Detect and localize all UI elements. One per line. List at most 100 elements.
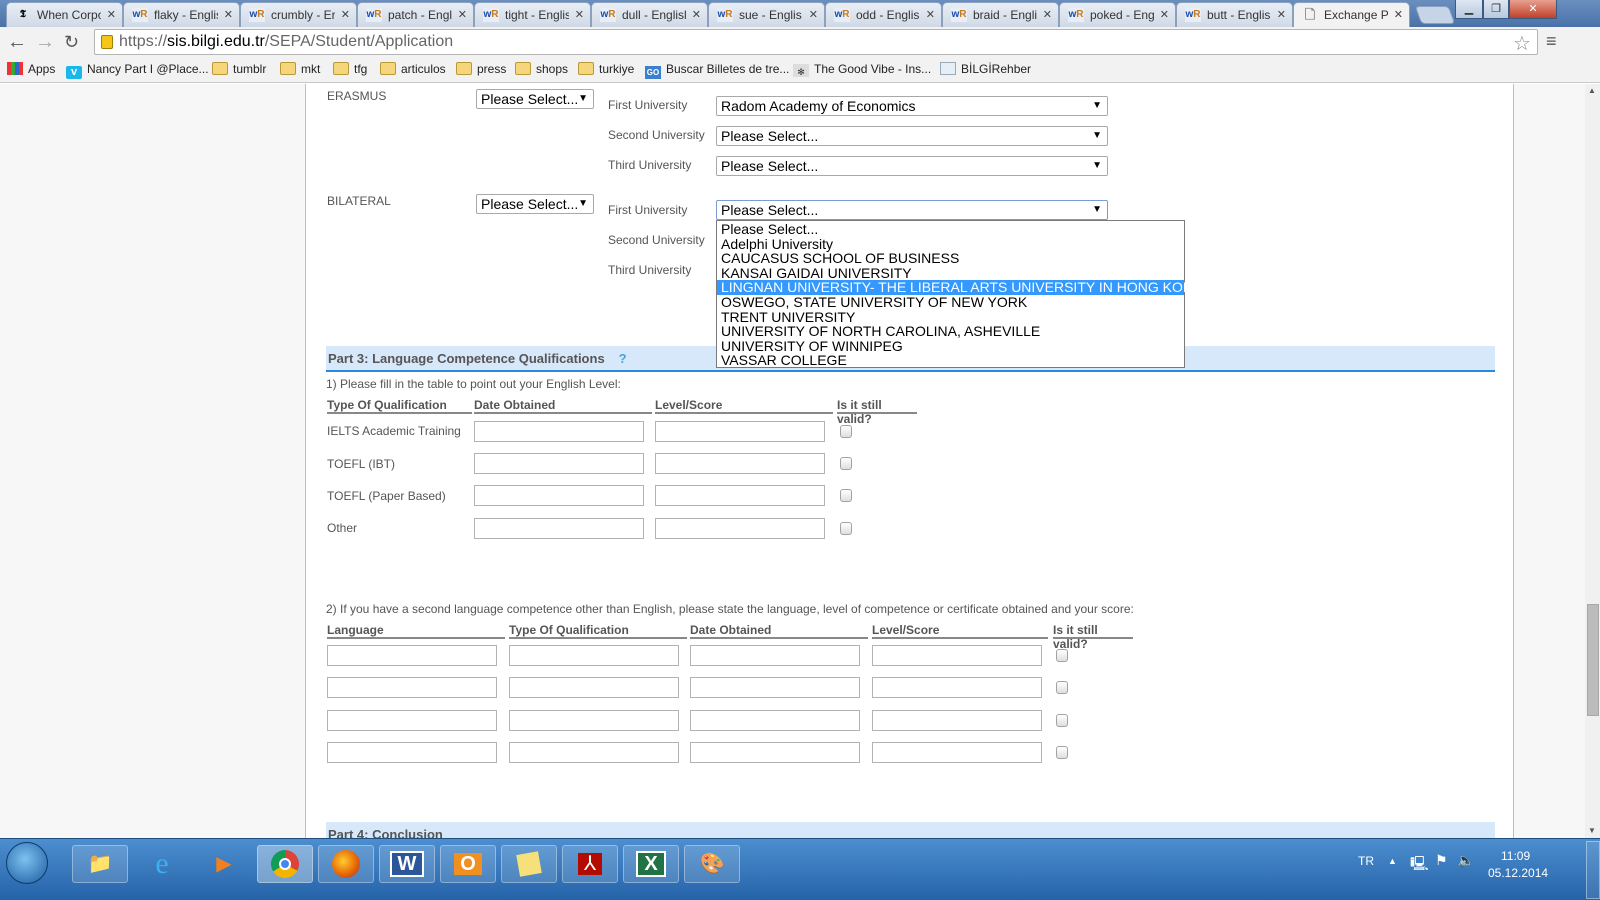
second-language-date-input[interactable] [690, 645, 860, 666]
clock-time[interactable]: 11:09 [1501, 849, 1530, 863]
minimize-button[interactable]: ▁ [1455, 0, 1483, 19]
close-tab-icon[interactable]: ✕ [458, 8, 467, 21]
second-language-score-input[interactable] [872, 742, 1042, 764]
dropdown-option[interactable]: Adelphi University [717, 236, 1184, 252]
media-player-icon[interactable]: ▶ [196, 845, 252, 883]
word-icon[interactable]: W [379, 845, 435, 883]
second-language-score-input[interactable] [872, 677, 1042, 699]
bookmark-folder[interactable]: articulos [380, 61, 446, 77]
show-desktop-button[interactable] [1586, 841, 1600, 899]
erasmus-program-select[interactable]: Please Select... ▼ [476, 89, 594, 109]
other-score-input[interactable] [655, 518, 825, 539]
close-tab-icon[interactable]: ✕ [575, 8, 584, 21]
second-language-type-input[interactable] [509, 677, 679, 699]
close-tab-icon[interactable]: ✕ [1043, 8, 1052, 21]
tab[interactable]: wR flaky - Englis ✕ [123, 2, 240, 27]
second-language-language-input[interactable] [327, 709, 497, 731]
tab[interactable]: wR braid - Engli ✕ [942, 2, 1059, 27]
tab-active[interactable]: 🗋 Exchange Pr ✕ [1293, 2, 1410, 27]
toefl-ibt-valid-checkbox[interactable] [840, 457, 852, 470]
bookmark-folder[interactable]: mkt [280, 61, 320, 77]
other-date-input[interactable] [474, 518, 644, 539]
forward-button[interactable]: → [35, 31, 55, 53]
close-tab-icon[interactable]: ✕ [1160, 8, 1169, 21]
dropdown-option[interactable]: UNIVERSITY OF NORTH CAROLINA, ASHEVILLE [717, 324, 1184, 339]
back-button[interactable]: ← [7, 31, 27, 53]
tab[interactable]: wR patch - Engl ✕ [357, 2, 474, 27]
action-center-flag-icon[interactable]: ⚑ [1435, 852, 1448, 869]
close-tab-icon[interactable]: ✕ [341, 8, 350, 21]
bookmark-star-icon[interactable]: ☆ [1513, 31, 1531, 56]
help-icon[interactable]: ? [619, 351, 627, 366]
ielts-date-input[interactable] [474, 421, 644, 442]
tab[interactable]: wR odd - Englis ✕ [825, 2, 942, 27]
close-tab-icon[interactable]: ✕ [224, 8, 233, 21]
second-language-date-input[interactable] [690, 709, 860, 731]
toefl-paper-date-input[interactable] [474, 485, 644, 506]
maximize-button[interactable]: ❐ [1483, 0, 1509, 19]
ielts-valid-checkbox[interactable] [840, 425, 852, 438]
bilateral-first-university-select[interactable]: Please Select... ▼ [716, 200, 1108, 220]
tab[interactable]: wR dull - Englisl ✕ [591, 2, 708, 27]
tab[interactable]: wR sue - Englis ✕ [708, 2, 825, 27]
bilateral-program-select[interactable]: Please Select... ▼ [476, 194, 594, 214]
reload-button[interactable]: ↻ [64, 31, 79, 53]
second-language-language-input[interactable] [327, 645, 497, 666]
erasmus-third-university-select[interactable]: Please Select... ▼ [716, 156, 1108, 176]
paint-icon[interactable]: 🎨 [684, 845, 740, 883]
university-dropdown-list[interactable]: Please Select... Adelphi University CAUC… [716, 220, 1204, 368]
toefl-ibt-score-input[interactable] [655, 453, 825, 474]
second-language-valid-checkbox[interactable] [1056, 713, 1068, 727]
close-tab-icon[interactable]: ✕ [692, 8, 701, 21]
toefl-paper-valid-checkbox[interactable] [840, 489, 852, 502]
ielts-score-input[interactable] [655, 421, 825, 442]
dropdown-option-highlighted[interactable]: LINGNAN UNIVERSITY- THE LIBERAL ARTS UNI… [717, 280, 1204, 295]
close-tab-icon[interactable]: ✕ [107, 8, 116, 21]
second-language-valid-checkbox[interactable] [1056, 681, 1068, 695]
network-icon[interactable]: 🖳 [1410, 853, 1429, 877]
tab[interactable]: wR butt - Englis ✕ [1176, 2, 1293, 27]
second-language-type-input[interactable] [509, 742, 679, 764]
second-language-type-input[interactable] [509, 709, 679, 731]
bookmark-folder[interactable]: tfg [333, 61, 367, 77]
tab[interactable]: 𝕿 When Corpo ✕ [6, 2, 123, 27]
outlook-icon[interactable]: O [440, 845, 496, 883]
show-hidden-icons[interactable]: ▲ [1388, 856, 1397, 866]
dropdown-option[interactable]: Please Select... [717, 222, 1184, 237]
page-scrollbar[interactable]: ▲ ▼ [1585, 84, 1600, 838]
second-language-type-input[interactable] [509, 645, 679, 666]
dropdown-option[interactable]: KANSAI GAIDAI UNIVERSITY [717, 266, 1184, 281]
second-language-valid-checkbox[interactable] [1056, 649, 1068, 662]
toefl-paper-score-input[interactable] [655, 485, 825, 506]
volume-icon[interactable]: 🔈 [1457, 852, 1474, 869]
dropdown-option[interactable]: OSWEGO, STATE UNIVERSITY OF NEW YORK [717, 295, 1184, 310]
bookmark-folder[interactable]: shops [515, 61, 568, 77]
bookmark-item[interactable]: v Nancy Part I @Place... [66, 61, 209, 79]
scrollbar-thumb[interactable] [1587, 604, 1599, 716]
close-window-button[interactable]: ✕ [1509, 0, 1557, 19]
dropdown-option[interactable]: VASSAR COLLEGE [717, 353, 1184, 368]
close-tab-icon[interactable]: ✕ [1394, 8, 1403, 21]
close-tab-icon[interactable]: ✕ [926, 8, 935, 21]
scroll-up-arrow-icon[interactable]: ▲ [1588, 86, 1596, 95]
bookmark-folder[interactable]: press [456, 61, 506, 77]
bookmark-apps[interactable]: Apps [7, 61, 55, 77]
language-indicator[interactable]: TR [1358, 854, 1374, 868]
erasmus-first-university-select[interactable]: Radom Academy of Economics ▼ [716, 96, 1108, 116]
acrobat-icon[interactable]: ⅄ [562, 845, 618, 883]
bookmark-folder[interactable]: turkiye [578, 61, 634, 77]
second-language-language-input[interactable] [327, 742, 497, 764]
second-language-valid-checkbox[interactable] [1056, 746, 1068, 760]
tab[interactable]: wR tight - Englis ✕ [474, 2, 591, 27]
internet-explorer-icon[interactable]: e [134, 845, 190, 883]
new-tab-button[interactable] [1414, 6, 1456, 24]
second-language-score-input[interactable] [872, 645, 1042, 666]
second-language-score-input[interactable] [872, 709, 1042, 731]
firefox-icon[interactable] [318, 845, 374, 883]
bookmark-item[interactable]: GO Buscar Billetes de tre... [645, 61, 789, 79]
start-button[interactable] [6, 842, 48, 884]
dropdown-option[interactable]: TRENT UNIVERSITY [717, 309, 1184, 325]
chrome-icon[interactable] [257, 845, 313, 883]
tab[interactable]: wR crumbly - Er ✕ [240, 2, 357, 27]
second-language-date-input[interactable] [690, 677, 860, 699]
